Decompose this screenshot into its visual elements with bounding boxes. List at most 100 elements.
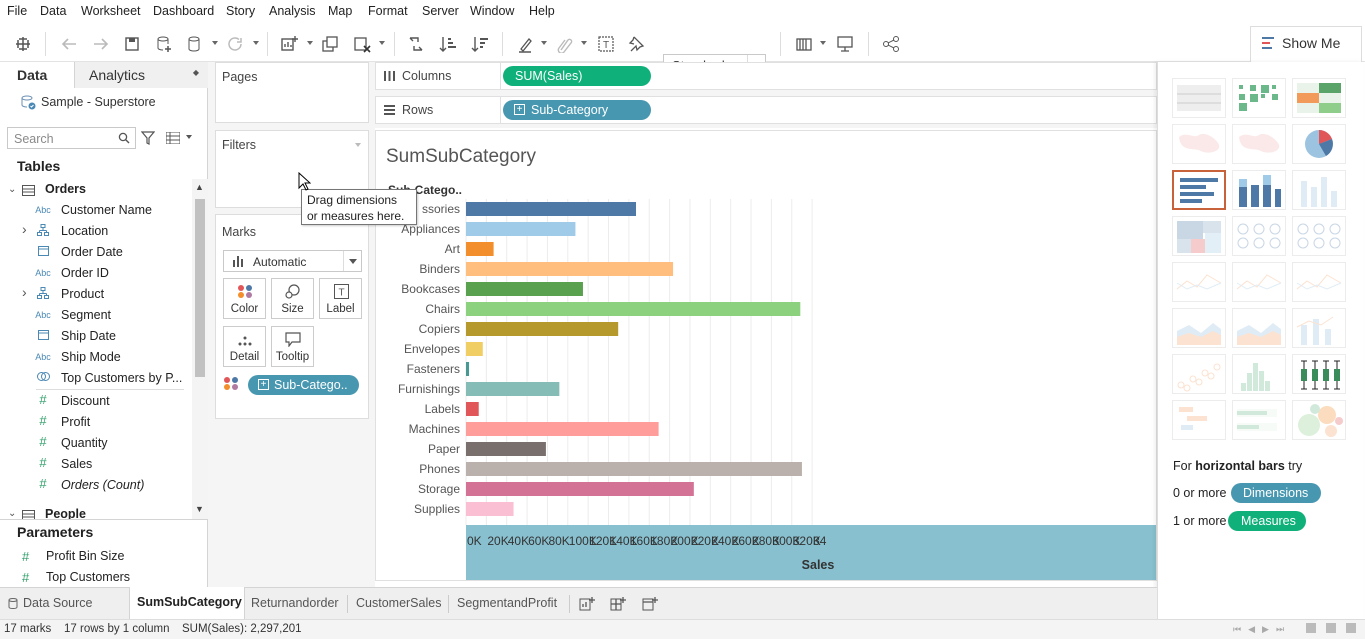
bar-binders[interactable] [466,262,674,276]
people-table[interactable]: People [45,507,86,519]
field-ship-mode[interactable]: Abc Ship Mode [0,347,190,368]
field-quantity[interactable]: # Quantity [0,433,190,454]
scroll-thumb[interactable] [195,199,205,377]
collapse-icon[interactable]: ⌄ [8,184,16,195]
menu-format[interactable]: Format [368,4,408,18]
chart-type-horizontal-bars[interactable] [1172,170,1226,210]
parameter-top-customers[interactable]: Top Customers [46,570,130,584]
chart-type-pie-chart[interactable] [1292,124,1346,164]
menu-file[interactable]: File [7,4,27,18]
show-sheet-sorter-icon[interactable] [1326,623,1336,633]
chart-type-circle-views[interactable] [1232,216,1286,256]
bar-machines[interactable] [466,422,659,436]
category-label-accessories[interactable]: ssories [422,202,460,216]
menu-story[interactable]: Story [226,4,255,18]
field-segment[interactable]: Abc Segment [0,305,190,326]
swap-rows-columns-icon[interactable] [405,33,427,55]
refresh-icon[interactable] [224,33,246,55]
orders-table[interactable]: Orders [45,182,86,196]
tableau-logo-icon[interactable] [12,33,34,55]
category-label-labels[interactable]: Labels [425,402,460,416]
duplicate-sheet-icon[interactable] [319,33,341,55]
bar-fasteners[interactable] [466,362,470,376]
chart-type-dual-combination[interactable] [1292,308,1346,348]
chart-type-packed-bubbles[interactable] [1292,400,1346,440]
tab-segmentandprofit[interactable]: SegmentandProfit [457,588,557,619]
pages-card[interactable]: Pages [215,62,369,123]
show-tabs-icon[interactable] [1346,623,1356,633]
show-labels-icon[interactable]: T [595,33,617,55]
tab-data[interactable]: Data [0,62,75,88]
new-dashboard-icon[interactable] [610,596,626,612]
category-label-paper[interactable]: Paper [428,442,460,456]
color-subcategory-pill[interactable]: + Sub-Catego.. [248,375,359,395]
redo-icon[interactable] [90,33,112,55]
bar-furnishings[interactable] [466,382,560,396]
tab-data-source[interactable]: Data Source [8,588,92,619]
chart-type-gantt-chart[interactable] [1172,400,1226,440]
parameter-profit-bin-size[interactable]: Profit Bin Size [46,549,125,563]
chart-type-filled-map[interactable] [1232,124,1286,164]
save-icon[interactable] [121,33,143,55]
chart-type-treemap[interactable] [1172,216,1226,256]
highlight-icon[interactable] [514,33,536,55]
pin-icon[interactable] [625,33,647,55]
field-top-customers-by-p[interactable]: Top Customers by P... [0,368,190,389]
chart-type-box-whisker[interactable] [1292,354,1346,394]
menu-map[interactable]: Map [328,4,352,18]
chart-type-dual-lines[interactable] [1292,262,1346,302]
tooltip-button[interactable]: Tooltip [271,326,314,367]
tab-sumsubcategory[interactable]: SumSubCategory [129,587,245,619]
category-label-binders[interactable]: Binders [419,262,460,276]
category-label-storage[interactable]: Storage [418,482,460,496]
category-label-copiers[interactable]: Copiers [419,322,460,336]
group-icon[interactable] [553,33,575,55]
chart-type-continuous-lines[interactable] [1172,262,1226,302]
view-dropdown-icon[interactable] [186,135,192,139]
bar-appliances[interactable] [466,222,576,236]
bar-envelopes[interactable] [466,342,483,356]
bar-art[interactable] [466,242,494,256]
menu-data[interactable]: Data [40,4,66,18]
menu-help[interactable]: Help [529,4,555,18]
share-icon[interactable] [880,33,902,55]
field-order-id[interactable]: Abc Order ID [0,263,190,284]
menu-server[interactable]: Server [422,4,459,18]
bar-copiers[interactable] [466,322,619,336]
category-label-phones[interactable]: Phones [419,462,460,476]
new-worksheet-icon[interactable] [278,33,300,55]
chart-type-side-by-side-bars[interactable] [1292,170,1346,210]
chart-type-stacked-bars[interactable] [1232,170,1286,210]
rows-subcategory-pill[interactable]: + Sub-Category [503,100,651,120]
bar-storage[interactable] [466,482,694,496]
menu-dashboard[interactable]: Dashboard [153,4,214,18]
rows-shelf[interactable]: Rows + Sub-Category [375,96,1157,124]
label-button[interactable]: T Label [319,278,362,319]
category-label-furnishings[interactable]: Furnishings [398,382,460,396]
bar-accessories[interactable] [466,202,637,216]
bar-supplies[interactable] [466,502,514,516]
chart-type-area-continuous[interactable] [1172,308,1226,348]
menu-worksheet[interactable]: Worksheet [81,4,141,18]
category-label-bookcases[interactable]: Bookcases [401,282,460,296]
bar-bookcases[interactable] [466,282,583,296]
chart-type-side-by-side-circles[interactable] [1292,216,1346,256]
field-order-date[interactable]: Order Date [0,242,190,263]
field-location[interactable]: › Location [0,221,190,242]
columns-sales-pill[interactable]: SUM(Sales) [503,66,651,86]
color-button[interactable]: Color [223,278,266,319]
detail-button[interactable]: Detail [223,326,266,367]
collapse-people-icon[interactable]: ⌄ [8,508,16,519]
chart-type-area-discrete[interactable] [1232,308,1286,348]
category-label-envelopes[interactable]: Envelopes [404,342,460,356]
tab-returnandorder[interactable]: Returnandorder [251,588,339,619]
field-profit[interactable]: # Profit [0,412,190,433]
category-label-art[interactable]: Art [445,242,461,256]
chart-type-scatter-plot[interactable] [1172,354,1226,394]
show-cards-icon[interactable] [794,33,816,55]
filters-menu-icon[interactable] [355,143,361,147]
menu-window[interactable]: Window [470,4,514,18]
sort-descending-icon[interactable] [469,33,491,55]
filter-icon[interactable] [141,131,155,145]
chart-type-discrete-lines[interactable] [1232,262,1286,302]
